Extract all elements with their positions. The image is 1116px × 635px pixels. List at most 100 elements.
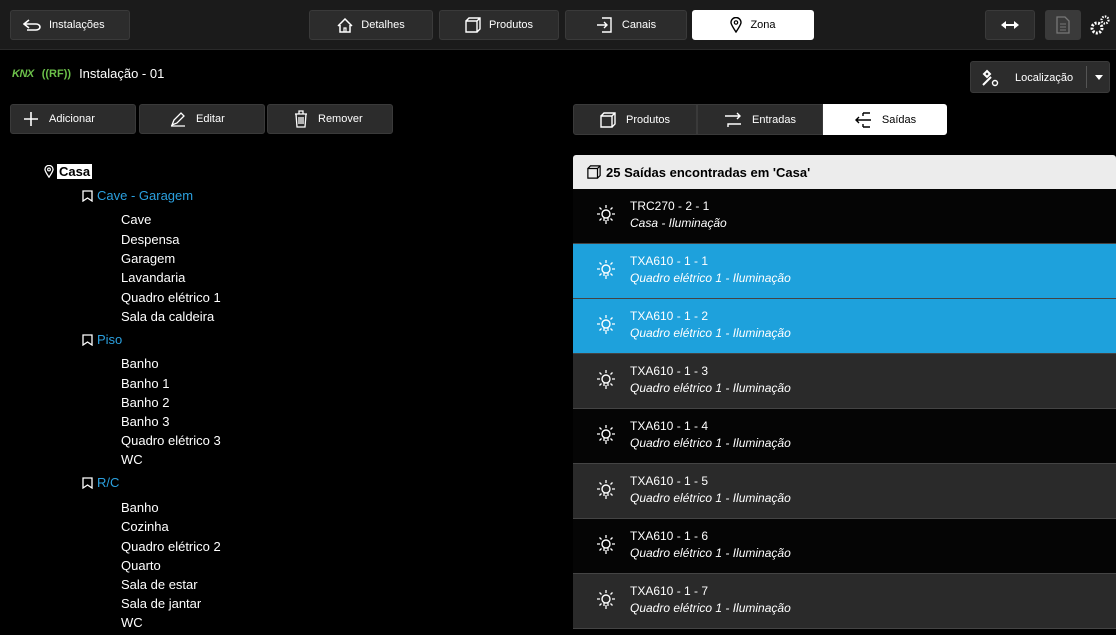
- output-row[interactable]: TRC270 - 2 - 1 Casa - Iluminação: [573, 189, 1116, 244]
- pencil-icon: [170, 112, 185, 127]
- tree-root-casa[interactable]: Casa: [44, 164, 93, 179]
- output-name: TRC270 - 2 - 1: [630, 199, 710, 213]
- box-icon: [587, 165, 601, 179]
- location-pin-icon: [44, 165, 54, 178]
- chevron-down-icon: [1095, 75, 1103, 80]
- output-name: TXA610 - 1 - 4: [630, 419, 709, 433]
- output-description: Quadro elétrico 1 - Iluminação: [630, 326, 791, 340]
- tab-zona[interactable]: Zona: [692, 10, 814, 40]
- back-arrow-icon: [23, 19, 41, 31]
- outputs-list-header: 25 Saídas encontradas em 'Casa': [573, 155, 1116, 189]
- output-row[interactable]: TXA610 - 1 - 4 Quadro elétrico 1 - Ilumi…: [573, 409, 1116, 464]
- outputs-count-label: 25 Saídas encontradas em 'Casa': [606, 164, 811, 180]
- tree-item[interactable]: Quadro elétrico 3: [121, 433, 221, 448]
- output-description: Quadro elétrico 1 - Iluminação: [630, 271, 791, 285]
- output-row[interactable]: TXA610 - 1 - 6 Quadro elétrico 1 - Ilumi…: [573, 519, 1116, 574]
- output-name: TXA610 - 1 - 5: [630, 474, 709, 488]
- tree-item[interactable]: Sala de estar: [121, 577, 198, 592]
- subtab-label: Entradas: [751, 113, 797, 126]
- tree-item[interactable]: Banho: [121, 500, 159, 515]
- light-bulb-icon: [597, 590, 615, 609]
- subtab-label: Saídas: [881, 113, 917, 126]
- settings-gear-icon[interactable]: [1088, 14, 1112, 38]
- tree-item[interactable]: Garagem: [121, 251, 175, 266]
- subtab-produtos[interactable]: Produtos: [573, 104, 697, 135]
- box-icon: [465, 17, 481, 33]
- tree-item[interactable]: Banho: [121, 356, 159, 371]
- light-bulb-icon: [597, 535, 615, 554]
- installation-title: Instalação - 01: [79, 66, 165, 81]
- output-description: Quadro elétrico 1 - Iluminação: [630, 601, 791, 615]
- tab-canais[interactable]: Canais: [565, 10, 687, 40]
- subtab-saidas[interactable]: Saídas: [823, 104, 947, 135]
- light-bulb-icon: [597, 480, 615, 499]
- rf-logo: ((RF)): [41, 67, 72, 80]
- installation-header: KNX ((RF)) Instalação - 01: [12, 66, 164, 81]
- home-icon: [337, 17, 353, 33]
- trash-icon: [295, 110, 307, 128]
- output-row[interactable]: TXA610 - 1 - 7 Quadro elétrico 1 - Ilumi…: [573, 574, 1116, 629]
- subtab-label: Produtos: [625, 113, 671, 126]
- expand-toggle-button[interactable]: [985, 10, 1035, 40]
- tree-item[interactable]: Despensa: [121, 232, 180, 247]
- subtab-entradas[interactable]: Entradas: [697, 104, 823, 135]
- tree-item[interactable]: WC: [121, 452, 143, 467]
- tree-item[interactable]: Banho 3: [121, 414, 169, 429]
- remove-button[interactable]: Remover: [267, 104, 393, 134]
- output-description: Quadro elétrico 1 - Iluminação: [630, 381, 791, 395]
- output-arrows-icon: [854, 111, 871, 128]
- knx-logo: KNX: [12, 67, 34, 80]
- add-button-label: Adicionar: [49, 113, 95, 125]
- tree-root-label: Casa: [57, 164, 93, 179]
- add-button[interactable]: Adicionar: [10, 104, 136, 134]
- channel-icon: [596, 17, 612, 33]
- output-row[interactable]: TXA610 - 1 - 2 Quadro elétrico 1 - Ilumi…: [573, 299, 1116, 354]
- zone-label: Piso: [97, 332, 123, 347]
- output-name: TXA610 - 1 - 1: [630, 254, 709, 268]
- tree-item[interactable]: Quadro elétrico 2: [121, 539, 221, 554]
- tree-item[interactable]: Sala de jantar: [121, 596, 201, 611]
- tree-item[interactable]: Quadro elétrico 1: [121, 290, 221, 305]
- tree-item[interactable]: Cozinha: [121, 519, 169, 534]
- location-label: Localização: [1015, 72, 1074, 84]
- bookmark-icon: [82, 189, 93, 202]
- report-button[interactable]: [1045, 10, 1081, 40]
- tree-item[interactable]: Cave: [121, 212, 151, 227]
- output-description: Quadro elétrico 1 - Iluminação: [630, 546, 791, 560]
- bookmark-icon: [82, 333, 93, 346]
- output-description: Quadro elétrico 1 - Iluminação: [630, 436, 791, 450]
- edit-button[interactable]: Editar: [139, 104, 265, 134]
- tree-item[interactable]: Banho 2: [121, 395, 169, 410]
- tab-label: Produtos: [488, 19, 534, 31]
- output-row[interactable]: TXA610 - 1 - 5 Quadro elétrico 1 - Ilumi…: [573, 464, 1116, 519]
- tab-produtos[interactable]: Produtos: [439, 10, 559, 40]
- tab-label: Canais: [621, 19, 657, 31]
- output-name: TXA610 - 1 - 6: [630, 529, 709, 543]
- plus-icon: [24, 112, 38, 126]
- expand-arrows-icon: [1001, 21, 1019, 29]
- tree-zone-piso[interactable]: Piso: [82, 332, 122, 347]
- tab-label: Zona: [750, 19, 776, 31]
- tree-item[interactable]: Lavandaria: [121, 270, 185, 285]
- output-row[interactable]: TXA610 - 1 - 3 Quadro elétrico 1 - Ilumi…: [573, 354, 1116, 409]
- tab-detalhes[interactable]: Detalhes: [309, 10, 433, 40]
- light-bulb-icon: [597, 205, 615, 224]
- tree-item[interactable]: Banho 1: [121, 376, 169, 391]
- tree-zone-rc[interactable]: R/C: [82, 475, 119, 490]
- light-bulb-icon: [597, 425, 615, 444]
- location-dropdown[interactable]: Localização: [970, 61, 1110, 93]
- back-button[interactable]: Instalações: [10, 10, 130, 40]
- back-button-label: Instalações: [49, 19, 105, 31]
- tree-zone-cave-garagem[interactable]: Cave - Garagem: [82, 188, 193, 203]
- output-name: TXA610 - 1 - 2: [630, 309, 709, 323]
- box-icon: [600, 111, 616, 128]
- light-bulb-icon: [597, 370, 615, 389]
- location-pin-icon: [730, 17, 743, 33]
- tree-item[interactable]: Sala da caldeira: [121, 309, 214, 324]
- zone-label: Cave - Garagem: [97, 188, 194, 203]
- edit-button-label: Editar: [196, 113, 225, 125]
- output-row[interactable]: TXA610 - 1 - 1 Quadro elétrico 1 - Ilumi…: [573, 244, 1116, 299]
- tree-item[interactable]: WC: [121, 615, 143, 630]
- tree-item[interactable]: Quarto: [121, 558, 161, 573]
- remove-button-label: Remover: [318, 113, 363, 125]
